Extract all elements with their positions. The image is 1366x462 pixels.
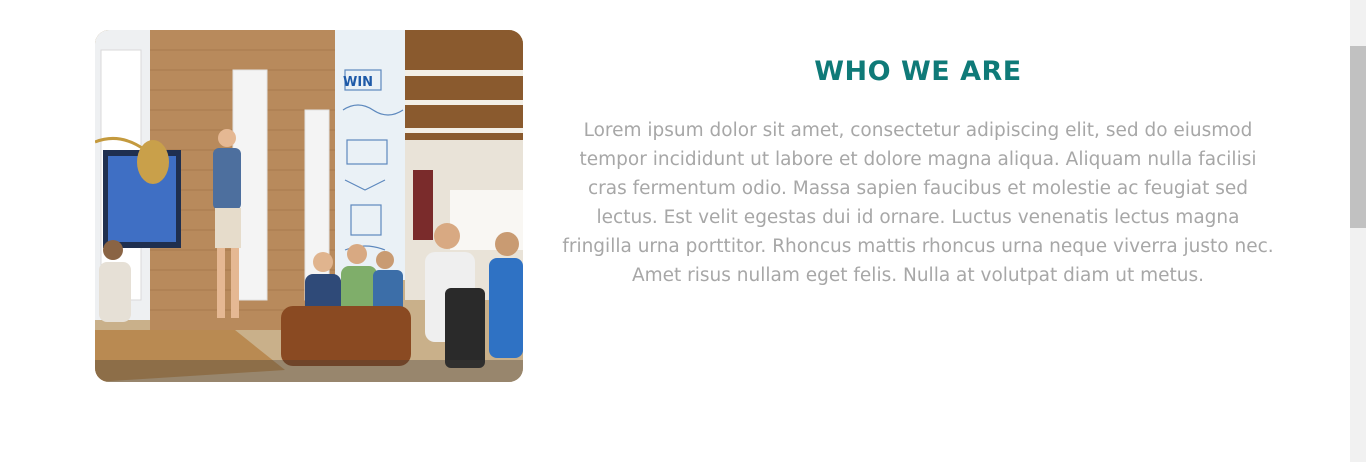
section-description: Lorem ipsum dolor sit amet, consectetur … xyxy=(562,120,1274,286)
photo-sign-text: WIN xyxy=(343,75,373,90)
about-section: WHO WE ARE Lorem ipsum dolor sit amet, c… xyxy=(560,54,1276,290)
section-heading: WHO WE ARE xyxy=(814,56,1022,87)
office-presentation-image: WIN xyxy=(95,30,523,382)
scrollbar-thumb[interactable] xyxy=(1350,46,1366,228)
team-meeting-photo: WIN xyxy=(95,30,523,382)
vertical-scrollbar[interactable] xyxy=(1350,0,1366,462)
page: WIN WHO WE ARE Lorem ipsum dolor sit ame… xyxy=(0,0,1366,462)
